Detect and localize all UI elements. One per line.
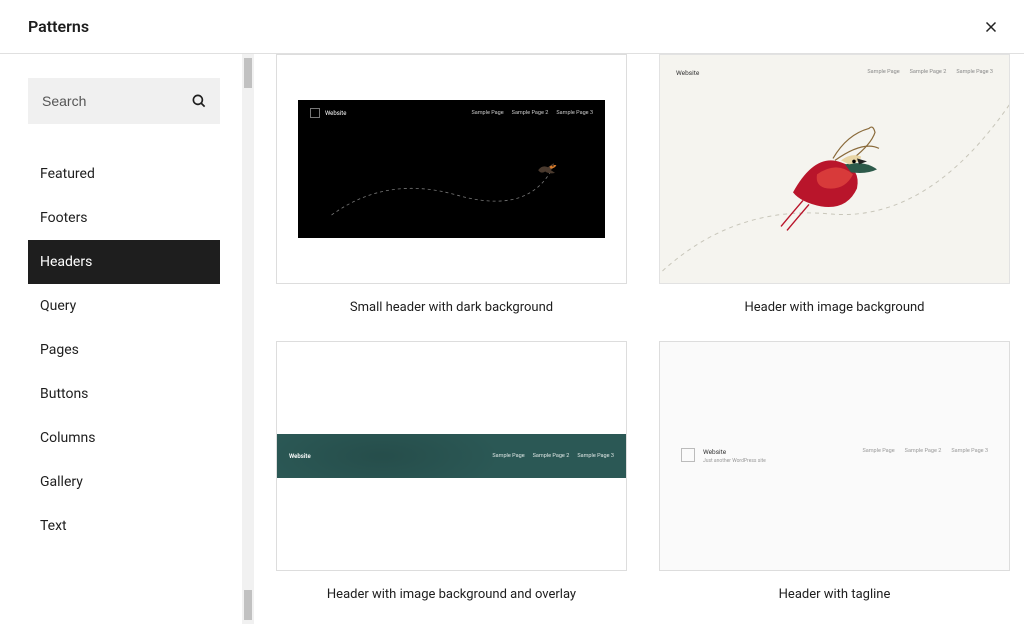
- sidebar-scrollbar-thumb-top[interactable]: [244, 58, 252, 88]
- preview-menu-item: Sample Page 3: [951, 448, 988, 454]
- preview-tagline-text: Just another WordPress site: [703, 458, 766, 464]
- search-icon: [190, 92, 208, 110]
- preview-menu-item: Sample Page 2: [910, 69, 947, 77]
- pattern-caption: Header with tagline: [659, 587, 1010, 602]
- preview-site-brand: Website Just another WordPress site: [681, 448, 766, 464]
- close-button[interactable]: [978, 14, 1004, 40]
- preview-tagline-header: Website Just another WordPress site Samp…: [681, 448, 988, 464]
- preview-tagline-wrap: Website Just another WordPress site Samp…: [660, 342, 1009, 570]
- modal-header: Patterns: [0, 0, 1024, 54]
- sidebar-scrollbar-thumb-bottom[interactable]: [244, 590, 252, 620]
- pattern-card-dark-header[interactable]: Website Sample Page Sample Page 2 Sample…: [276, 54, 627, 315]
- preview-menu-item: Sample Page 2: [512, 110, 549, 116]
- pattern-caption: Small header with dark background: [276, 300, 627, 315]
- bird-icon: [534, 156, 562, 180]
- preview-topbar: Website Sample Page Sample Page 2 Sample…: [298, 100, 605, 124]
- preview-menu-item: Sample Page: [862, 448, 894, 454]
- pattern-preview: Website Just another WordPress site Samp…: [659, 341, 1010, 571]
- modal-title: Patterns: [28, 17, 89, 36]
- sidebar-item-headers[interactable]: Headers: [28, 240, 220, 284]
- pattern-grid: Website Sample Page Sample Page 2 Sample…: [276, 54, 1010, 602]
- pattern-caption: Header with image background and overlay: [276, 587, 627, 602]
- preview-site-brand: Website: [310, 108, 346, 118]
- logo-placeholder-icon: [310, 108, 320, 118]
- sidebar-item-featured[interactable]: Featured: [28, 152, 220, 196]
- sidebar-scrollbar-track[interactable]: [242, 54, 254, 624]
- preview-site-name: Website: [703, 448, 766, 456]
- logo-placeholder-icon: [681, 448, 695, 462]
- sidebar-item-footers[interactable]: Footers: [28, 196, 220, 240]
- pattern-card-tagline[interactable]: Website Just another WordPress site Samp…: [659, 341, 1010, 602]
- preview-illustration: [323, 160, 580, 220]
- preview-site-name: Website: [289, 453, 311, 460]
- preview-menu: Sample Page Sample Page 2 Sample Page 3: [492, 453, 614, 459]
- preview-menu-item: Sample Page 2: [533, 453, 570, 459]
- preview-menu: Sample Page Sample Page 2 Sample Page 3: [862, 448, 988, 454]
- category-list: Featured Footers Headers Query Pages But…: [28, 152, 220, 548]
- preview-menu-item: Sample Page: [471, 110, 503, 116]
- pattern-grid-container: Website Sample Page Sample Page 2 Sample…: [248, 54, 1024, 624]
- bird-icon: [775, 114, 895, 234]
- sidebar-item-buttons[interactable]: Buttons: [28, 372, 220, 416]
- preview-dark-header: Website Sample Page Sample Page 2 Sample…: [298, 100, 605, 238]
- preview-site-name: Website: [325, 110, 346, 117]
- preview-menu-item: Sample Page 3: [956, 69, 993, 77]
- preview-title-group: Website Just another WordPress site: [703, 448, 766, 464]
- preview-menu-item: Sample Page 3: [556, 110, 593, 116]
- sidebar-item-gallery[interactable]: Gallery: [28, 460, 220, 504]
- pattern-card-overlay[interactable]: Website Sample Page Sample Page 2 Sample…: [276, 341, 627, 602]
- close-icon: [982, 18, 1000, 36]
- sidebar-item-text[interactable]: Text: [28, 504, 220, 548]
- preview-menu-item: Sample Page 3: [577, 453, 614, 459]
- preview-overlay-header: Website Sample Page Sample Page 2 Sample…: [277, 434, 626, 478]
- sidebar: Featured Footers Headers Query Pages But…: [0, 54, 248, 624]
- preview-menu-item: Sample Page: [867, 69, 899, 77]
- preview-topbar: Website Sample Page Sample Page 2 Sample…: [660, 55, 1009, 91]
- preview-menu-item: Sample Page 2: [905, 448, 942, 454]
- preview-menu: Sample Page Sample Page 2 Sample Page 3: [867, 69, 993, 77]
- sidebar-item-pages[interactable]: Pages: [28, 328, 220, 372]
- sidebar-item-query[interactable]: Query: [28, 284, 220, 328]
- sidebar-item-columns[interactable]: Columns: [28, 416, 220, 460]
- search-wrap: [28, 78, 220, 124]
- preview-illustration: [660, 85, 1009, 283]
- preview-site-name: Website: [676, 69, 699, 77]
- pattern-preview: Website Sample Page Sample Page 2 Sample…: [276, 54, 627, 284]
- modal-body: Featured Footers Headers Query Pages But…: [0, 54, 1024, 624]
- pattern-preview: Website Sample Page Sample Page 2 Sample…: [659, 54, 1010, 284]
- pattern-card-image-bg[interactable]: Website Sample Page Sample Page 2 Sample…: [659, 54, 1010, 315]
- pattern-preview: Website Sample Page Sample Page 2 Sample…: [276, 341, 627, 571]
- preview-light-header: Website Sample Page Sample Page 2 Sample…: [660, 55, 1009, 283]
- pattern-caption: Header with image background: [659, 300, 1010, 315]
- preview-menu: Sample Page Sample Page 2 Sample Page 3: [471, 110, 593, 116]
- preview-menu-item: Sample Page: [492, 453, 524, 459]
